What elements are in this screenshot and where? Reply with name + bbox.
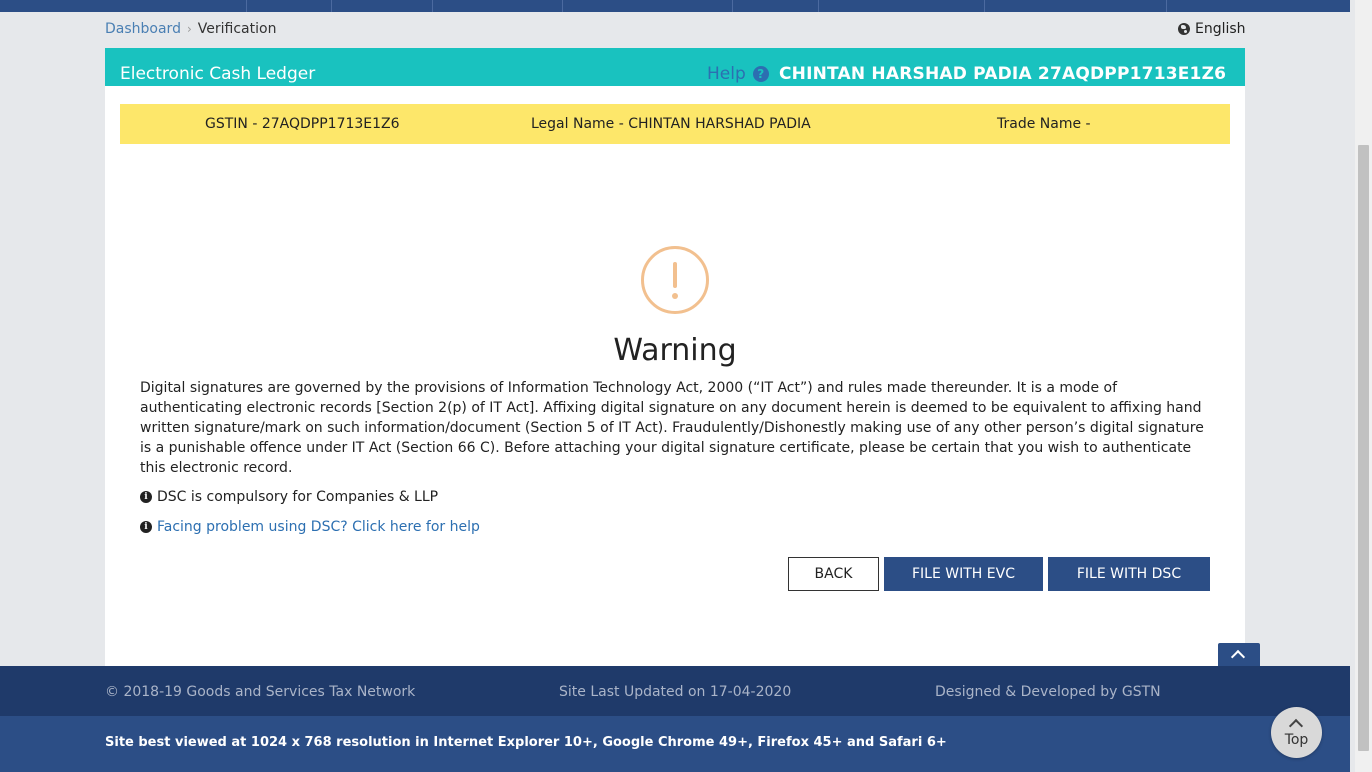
nav-separator xyxy=(331,0,332,12)
footer-main: © 2018-19 Goods and Services Tax Network… xyxy=(0,666,1350,716)
breadcrumb-separator: › xyxy=(186,22,192,36)
footer-browser-note-bar: Site best viewed at 1024 x 768 resolutio… xyxy=(0,716,1350,772)
nav-separator xyxy=(818,0,819,12)
footer-browser-note: Site best viewed at 1024 x 768 resolutio… xyxy=(105,735,947,750)
nav-separator xyxy=(432,0,433,12)
warning-body-text: Digital signatures are governed by the p… xyxy=(140,380,1204,476)
breadcrumb: Dashboard › Verification xyxy=(105,21,276,37)
language-label: English xyxy=(1195,21,1246,37)
info-circle-icon: i xyxy=(140,491,152,503)
legal-name-text: Legal Name - CHINTAN HARSHAD PADIA xyxy=(531,116,811,132)
dsc-compulsory-note: i DSC is compulsory for Companies & LLP xyxy=(140,489,438,505)
info-circle-icon: i xyxy=(140,521,152,533)
nav-separator xyxy=(732,0,733,12)
dsc-note-text: DSC is compulsory for Companies & LLP xyxy=(157,489,439,505)
chevron-up-icon xyxy=(1288,718,1304,734)
exclamation-dot xyxy=(672,293,678,299)
breadcrumb-current: Verification xyxy=(197,21,277,37)
footer-last-updated: Site Last Updated on 17-04-2020 xyxy=(559,684,792,700)
dsc-help-note: i Facing problem using DSC? Click here f… xyxy=(140,519,480,535)
panel-header: Electronic Cash Ledger Help ? CHINTAN HA… xyxy=(105,48,1245,86)
back-to-top-tab[interactable] xyxy=(1218,643,1260,667)
trade-name-text: Trade Name - xyxy=(997,116,1091,132)
taxpayer-info-strip: GSTIN - 27AQDPP1713E1Z6 Legal Name - CHI… xyxy=(120,104,1230,144)
top-nav-bar xyxy=(0,0,1350,12)
user-identity: CHINTAN HARSHAD PADIA 27AQDPP1713E1Z6 xyxy=(779,64,1227,84)
exclamation-bar xyxy=(673,262,677,288)
help-link[interactable]: Help ? xyxy=(707,64,769,84)
back-button[interactable]: BACK xyxy=(788,557,879,591)
page-title: Electronic Cash Ledger xyxy=(120,64,316,84)
footer-copyright: © 2018-19 Goods and Services Tax Network xyxy=(105,684,416,700)
scroll-to-top-label: Top xyxy=(1284,732,1309,748)
page-scrollbar[interactable] xyxy=(1355,0,1372,772)
nav-separator xyxy=(1166,0,1167,12)
dsc-help-link[interactable]: Facing problem using DSC? Click here for… xyxy=(157,519,480,535)
gstin-text: GSTIN - 27AQDPP1713E1Z6 xyxy=(205,116,400,132)
main-panel: Electronic Cash Ledger Help ? CHINTAN HA… xyxy=(105,48,1245,666)
scroll-to-top-button[interactable]: Top xyxy=(1271,707,1322,758)
nav-separator xyxy=(562,0,563,12)
language-selector[interactable]: English xyxy=(1178,21,1246,37)
help-label: Help xyxy=(707,64,746,84)
breadcrumb-dashboard-link[interactable]: Dashboard xyxy=(105,21,181,37)
chevron-up-icon xyxy=(1230,649,1246,665)
footer-developer: Designed & Developed by GSTN xyxy=(935,684,1161,700)
warning-title: Warning xyxy=(613,333,737,368)
question-circle-icon: ? xyxy=(752,66,769,82)
file-with-dsc-button[interactable]: FILE WITH DSC xyxy=(1048,557,1210,591)
nav-separator xyxy=(984,0,985,12)
scrollbar-thumb[interactable] xyxy=(1358,145,1369,751)
file-with-evc-button[interactable]: FILE WITH EVC xyxy=(884,557,1043,591)
warning-exclamation-icon xyxy=(641,246,709,314)
nav-separator xyxy=(246,0,247,12)
globe-icon xyxy=(1178,23,1190,35)
